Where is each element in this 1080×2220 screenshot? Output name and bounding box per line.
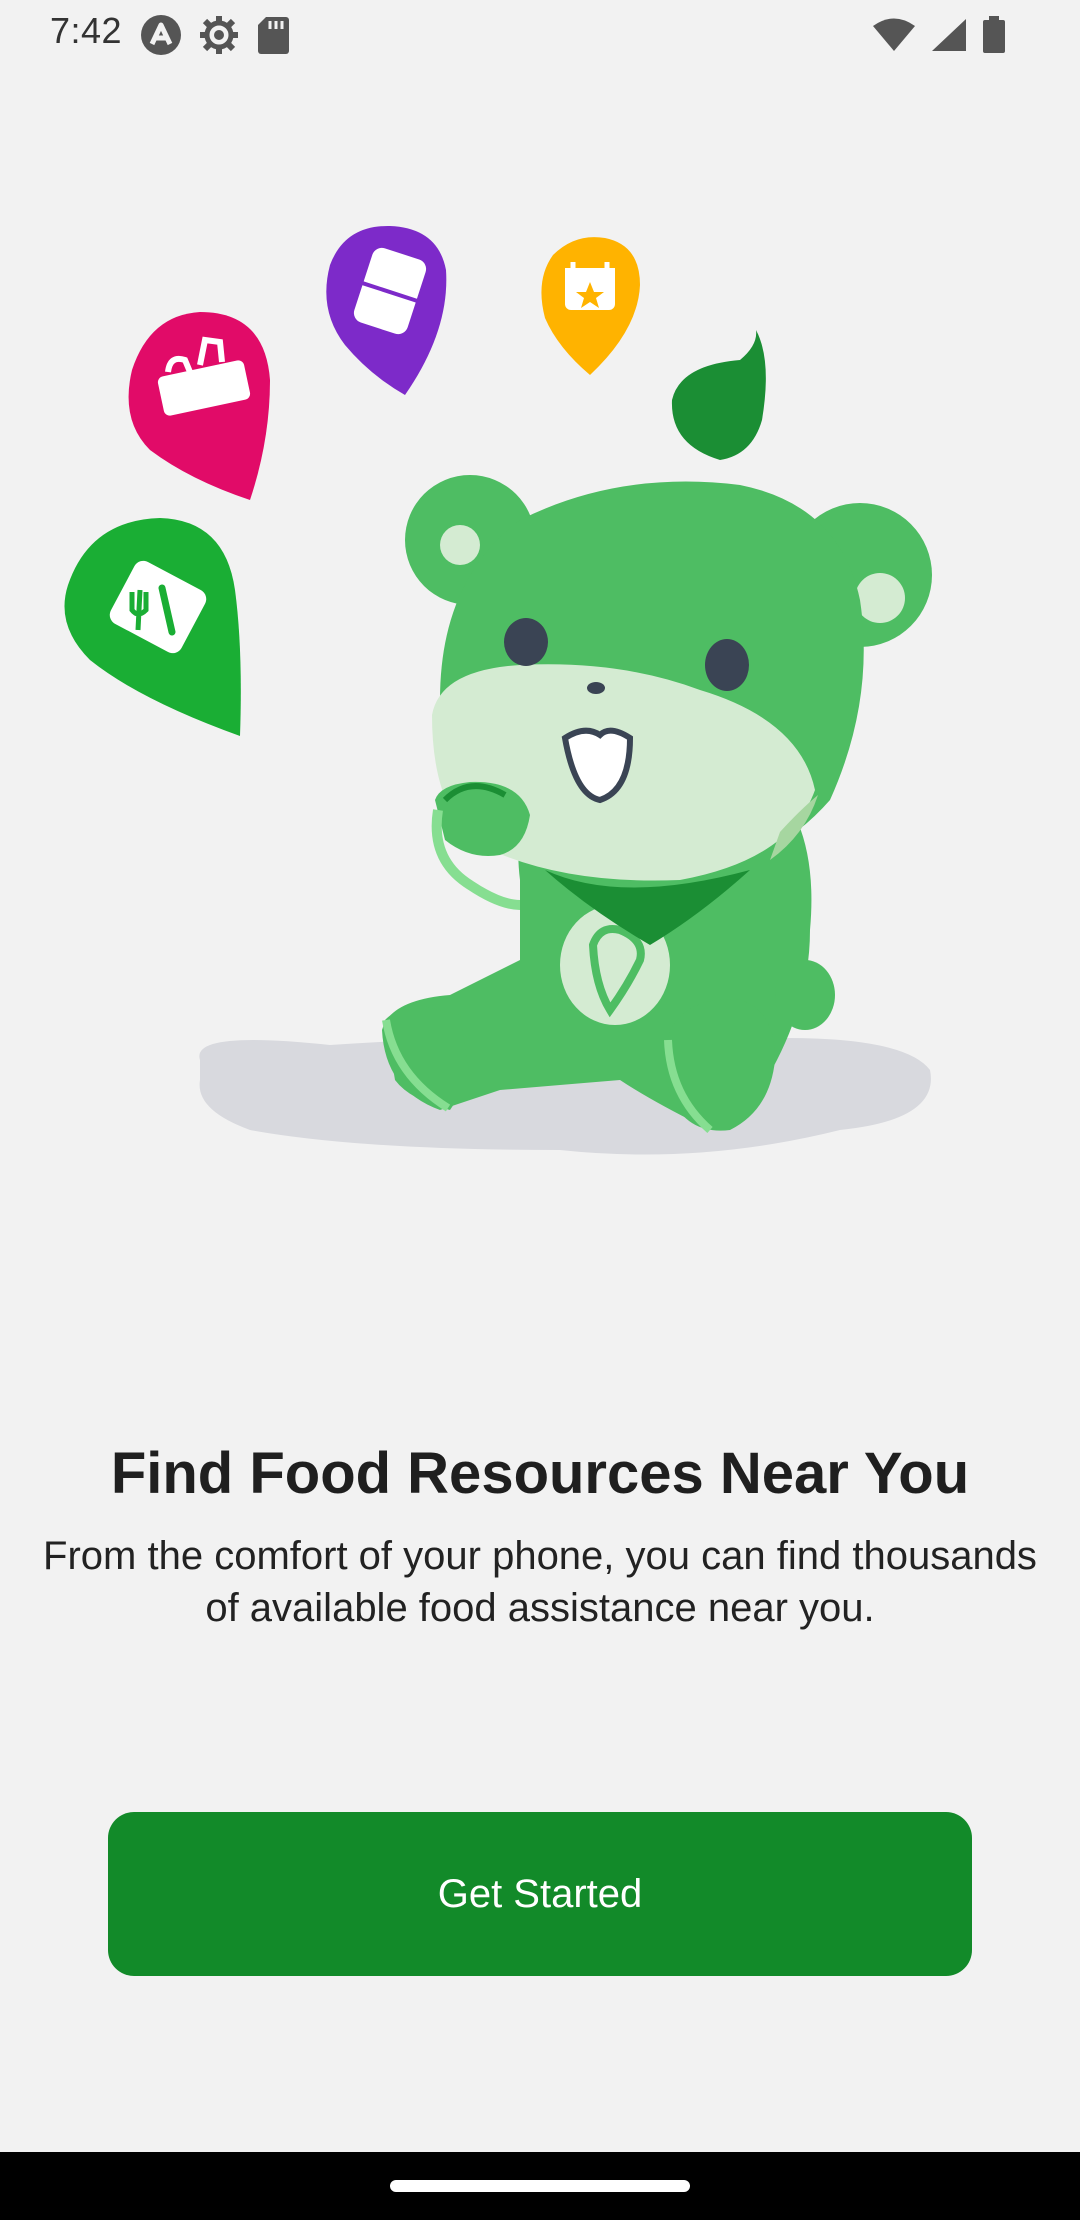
wifi-icon bbox=[872, 17, 916, 58]
pin-restaurant-icon bbox=[64, 518, 241, 736]
status-time: 7:42 bbox=[50, 10, 123, 51]
home-gesture-handle[interactable] bbox=[390, 2180, 690, 2192]
hero-illustration bbox=[0, 200, 1080, 1180]
status-system-icons bbox=[872, 16, 1006, 59]
get-started-button[interactable]: Get Started bbox=[108, 1812, 972, 1976]
android-debug-icon bbox=[140, 14, 182, 61]
onboarding-subtitle: From the comfort of your phone, you can … bbox=[43, 1534, 1037, 1630]
pin-grocery-icon bbox=[128, 312, 270, 500]
pin-calendar-icon bbox=[541, 237, 640, 375]
sd-card-icon bbox=[256, 15, 290, 60]
bear-mascot bbox=[382, 475, 932, 1134]
onboarding-title: Find Food Resources Near You bbox=[110, 1441, 970, 1506]
bear-mascot-illustration bbox=[64, 225, 932, 1155]
leaf-icon bbox=[671, 330, 766, 460]
settings-gear-icon bbox=[198, 14, 240, 61]
status-bar: 7:42 bbox=[0, 0, 1080, 66]
pin-fridge-icon bbox=[326, 225, 447, 395]
battery-icon bbox=[982, 16, 1006, 59]
status-notification-icons bbox=[140, 14, 290, 61]
cellular-signal-icon bbox=[930, 17, 968, 58]
